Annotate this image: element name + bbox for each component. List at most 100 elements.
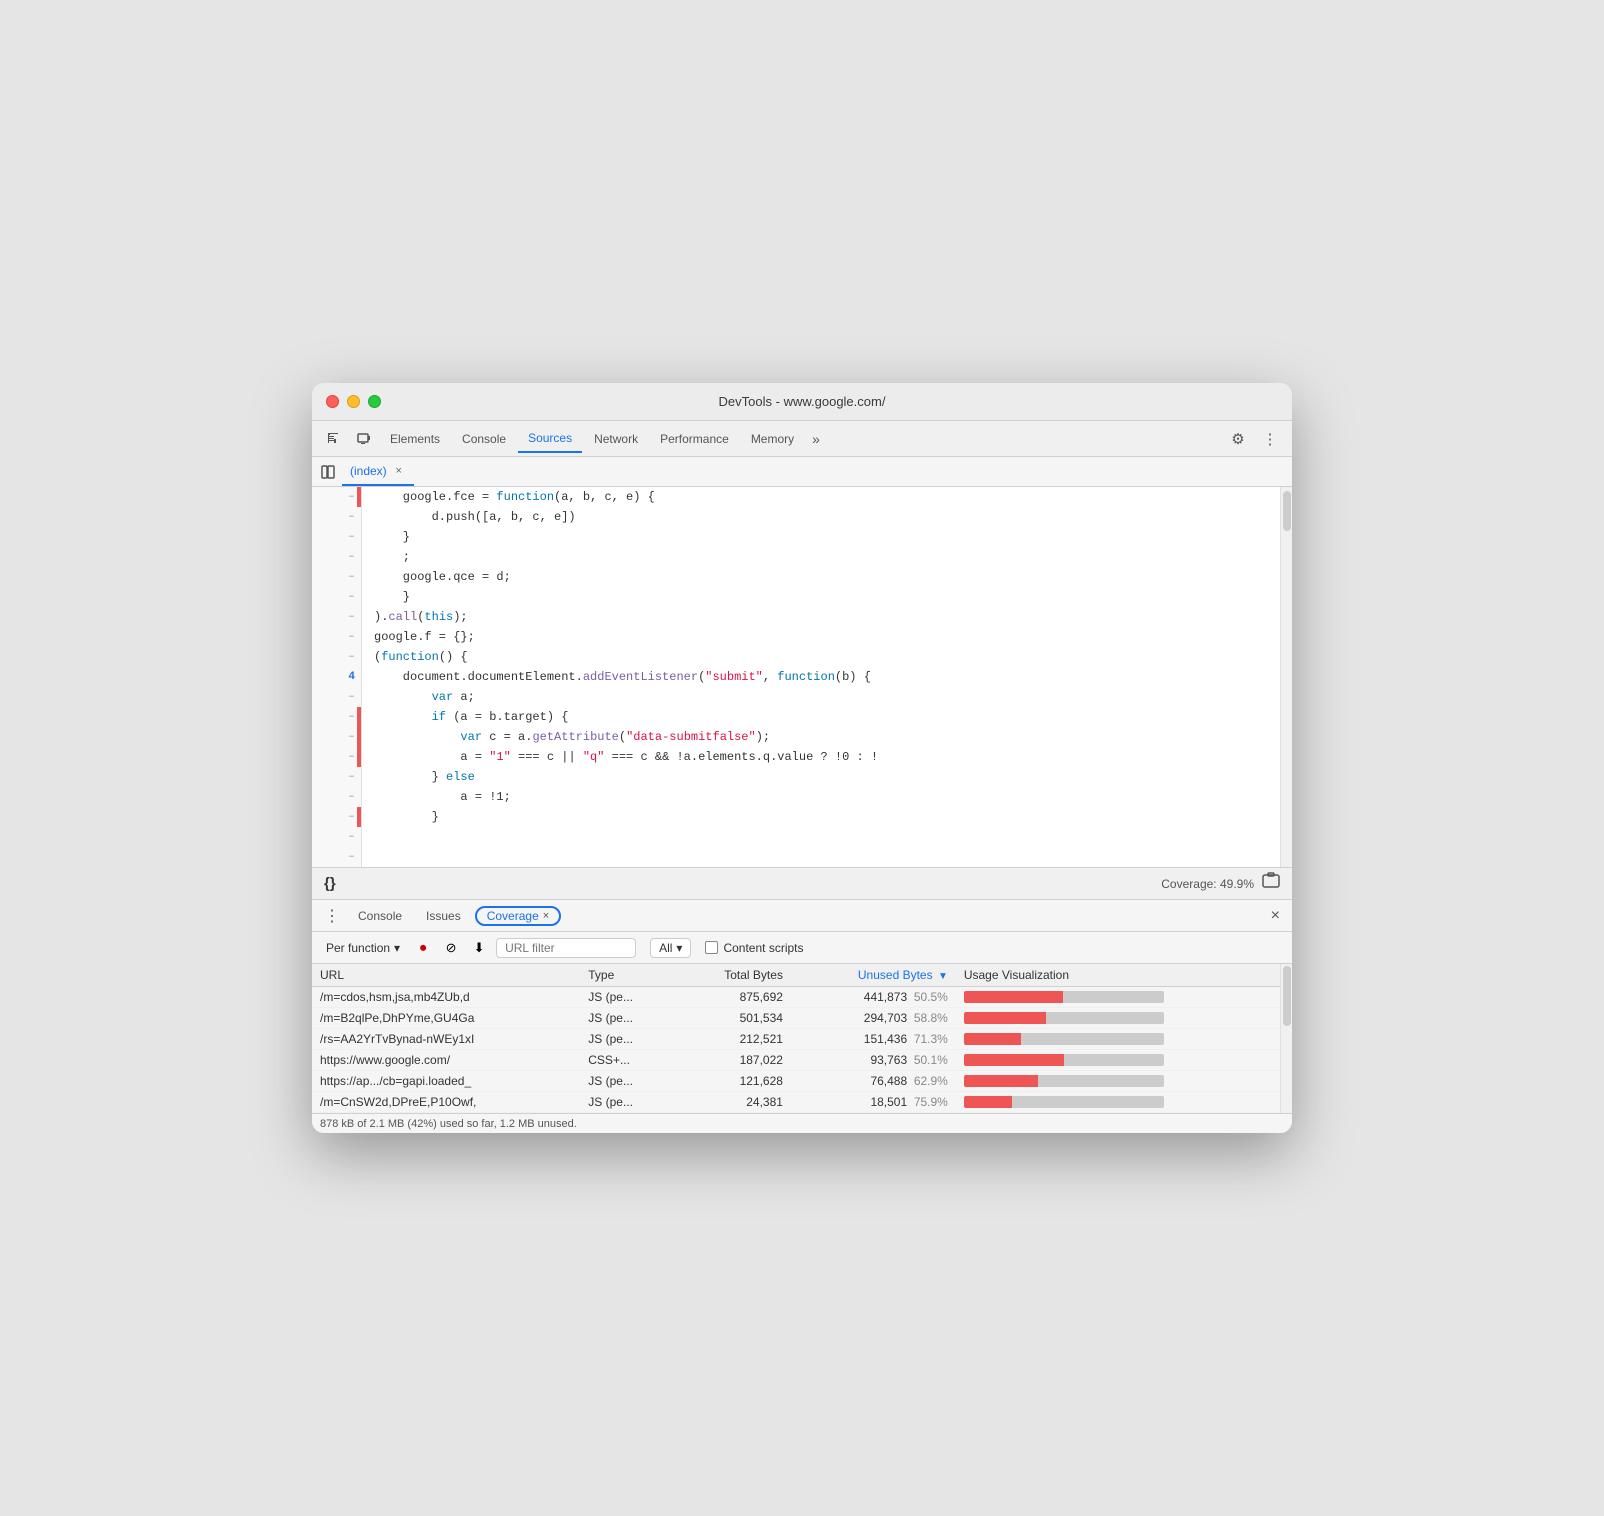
scrollbar-thumb[interactable] xyxy=(1283,491,1291,531)
file-tab-label: (index) xyxy=(350,464,387,478)
coverage-percentage: Coverage: 49.9% xyxy=(1161,877,1254,891)
drawer-tab-coverage[interactable]: Coverage × xyxy=(475,906,561,926)
cell-type: JS (pe... xyxy=(580,1008,674,1029)
all-filter-dropdown[interactable]: All ▾ xyxy=(650,938,691,958)
more-options-icon[interactable]: ⋮ xyxy=(1256,425,1284,453)
file-tab-close-icon[interactable]: × xyxy=(392,464,406,478)
code-line: d.push([a, b, c, e]) xyxy=(374,507,1268,527)
table-row[interactable]: https://ap.../cb=gapi.loaded_ JS (pe... … xyxy=(312,1071,1292,1092)
table-row[interactable]: /m=B2qlPe,DhPYme,GU4Ga JS (pe... 501,534… xyxy=(312,1008,1292,1029)
url-filter-input[interactable] xyxy=(496,938,636,958)
device-icon[interactable] xyxy=(350,425,378,453)
table-row[interactable]: /m=cdos,hsm,jsa,mb4ZUb,d JS (pe... 875,6… xyxy=(312,987,1292,1008)
cell-url: https://ap.../cb=gapi.loaded_ xyxy=(312,1071,580,1092)
sidebar-toggle-icon[interactable] xyxy=(316,460,340,484)
devtools-window: DevTools - www.google.com/ Elements Cons… xyxy=(312,383,1292,1133)
cell-url: /m=cdos,hsm,jsa,mb4ZUb,d xyxy=(312,987,580,1008)
all-filter-label: All xyxy=(659,941,672,955)
gutter-row: 4 xyxy=(312,667,361,687)
clear-button[interactable]: ⊘ xyxy=(440,937,462,959)
gutter-row: – xyxy=(312,587,361,607)
settings-icon[interactable]: ⚙ xyxy=(1224,425,1252,453)
code-line: a = !1; xyxy=(374,787,1268,807)
gutter-row: – xyxy=(312,487,361,507)
close-button[interactable] xyxy=(326,395,339,408)
table-row[interactable]: https://www.google.com/ CSS+... 187,022 … xyxy=(312,1050,1292,1071)
col-unused-bytes[interactable]: Unused Bytes ▼ xyxy=(791,964,956,987)
gutter-row: – xyxy=(312,727,361,747)
file-tab-index[interactable]: (index) × xyxy=(342,458,414,486)
gutter-row: – xyxy=(312,507,361,527)
chevron-down-icon: ▾ xyxy=(394,941,400,955)
tab-memory[interactable]: Memory xyxy=(741,425,804,453)
table-scrollbar[interactable] xyxy=(1280,964,1292,1113)
code-line: } xyxy=(374,527,1268,547)
code-line: (function() { xyxy=(374,647,1268,667)
tab-console[interactable]: Console xyxy=(452,425,516,453)
gutter-row: – xyxy=(312,747,361,767)
tab-performance[interactable]: Performance xyxy=(650,425,739,453)
code-line: } xyxy=(374,587,1268,607)
tab-network[interactable]: Network xyxy=(584,425,648,453)
drawer-menu-icon[interactable]: ⋮ xyxy=(320,904,344,928)
cell-url: /m=CnSW2d,DPreE,P10Owf, xyxy=(312,1092,580,1113)
drawer-tab-console[interactable]: Console xyxy=(348,906,412,926)
devtools-tabbar: Elements Console Sources Network Perform… xyxy=(312,421,1292,457)
gutter-row: – xyxy=(312,787,361,807)
checkbox-icon[interactable] xyxy=(705,941,718,954)
table-row[interactable]: /m=CnSW2d,DPreE,P10Owf, JS (pe... 24,381… xyxy=(312,1092,1292,1113)
content-scripts-checkbox[interactable]: Content scripts xyxy=(705,941,803,955)
drawer-close-icon[interactable]: × xyxy=(1267,905,1284,927)
cell-total-bytes: 501,534 xyxy=(675,1008,791,1029)
coverage-gutter: – – – – – – – – – 4 – – – – – – – – – xyxy=(312,487,362,867)
cell-unused-bytes: 294,703 58.8% xyxy=(791,1008,956,1029)
download-button[interactable]: ⬇ xyxy=(468,937,490,959)
table-row[interactable]: /rs=AA2YrTvBynad-nWEy1xI JS (pe... 212,5… xyxy=(312,1029,1292,1050)
more-tabs-icon[interactable]: » xyxy=(806,427,826,451)
titlebar: DevTools - www.google.com/ xyxy=(312,383,1292,421)
col-url[interactable]: URL xyxy=(312,964,580,987)
table-scroll-thumb[interactable] xyxy=(1283,966,1291,1026)
cell-viz xyxy=(956,1050,1292,1071)
code-line: document.documentElement.addEventListene… xyxy=(374,667,1268,687)
cell-total-bytes: 875,692 xyxy=(675,987,791,1008)
per-function-dropdown[interactable]: Per function ▾ xyxy=(320,939,406,957)
cell-url: /rs=AA2YrTvBynad-nWEy1xI xyxy=(312,1029,580,1050)
col-viz[interactable]: Usage Visualization xyxy=(956,964,1292,987)
gutter-row: – xyxy=(312,687,361,707)
tab-elements[interactable]: Elements xyxy=(380,425,450,453)
traffic-lights xyxy=(326,395,381,408)
fullscreen-button[interactable] xyxy=(368,395,381,408)
col-type[interactable]: Type xyxy=(580,964,674,987)
col-total-bytes[interactable]: Total Bytes xyxy=(675,964,791,987)
gutter-row: – xyxy=(312,607,361,627)
drawer-tab-issues[interactable]: Issues xyxy=(416,906,471,926)
cell-type: JS (pe... xyxy=(580,1071,674,1092)
cell-unused-bytes: 76,488 62.9% xyxy=(791,1071,956,1092)
record-button[interactable]: ⏺ xyxy=(412,937,434,959)
code-line: ).call(this); xyxy=(374,607,1268,627)
coverage-toolbar: Per function ▾ ⏺ ⊘ ⬇ All ▾ Content scrip… xyxy=(312,932,1292,964)
status-text: 878 kB of 2.1 MB (42%) used so far, 1.2 … xyxy=(320,1118,577,1130)
minimize-button[interactable] xyxy=(347,395,360,408)
all-chevron-icon: ▾ xyxy=(676,941,682,955)
tab-sources[interactable]: Sources xyxy=(518,425,582,453)
cell-unused-bytes: 441,873 50.5% xyxy=(791,987,956,1008)
code-line: google.qce = d; xyxy=(374,567,1268,587)
code-line: a = "1" === c || "q" === c && !a.element… xyxy=(374,747,1268,767)
gutter-row: – xyxy=(312,767,361,787)
screenshot-icon[interactable] xyxy=(1262,872,1280,895)
vertical-scrollbar[interactable] xyxy=(1280,487,1292,867)
per-function-label: Per function xyxy=(326,941,390,955)
code-line: } else xyxy=(374,767,1268,787)
code-editor: – – – – – – – – – 4 – – – – – – – – – xyxy=(312,487,1292,867)
cell-viz xyxy=(956,1029,1292,1050)
cell-viz xyxy=(956,1071,1292,1092)
cell-total-bytes: 212,521 xyxy=(675,1029,791,1050)
gutter-row: – xyxy=(312,647,361,667)
coverage-table: URL Type Total Bytes Unused Bytes ▼ Usag… xyxy=(312,964,1292,1113)
coverage-tab-close-icon[interactable]: × xyxy=(543,910,549,922)
cell-type: CSS+... xyxy=(580,1050,674,1071)
cursor-icon[interactable] xyxy=(320,425,348,453)
gutter-row: – xyxy=(312,547,361,567)
